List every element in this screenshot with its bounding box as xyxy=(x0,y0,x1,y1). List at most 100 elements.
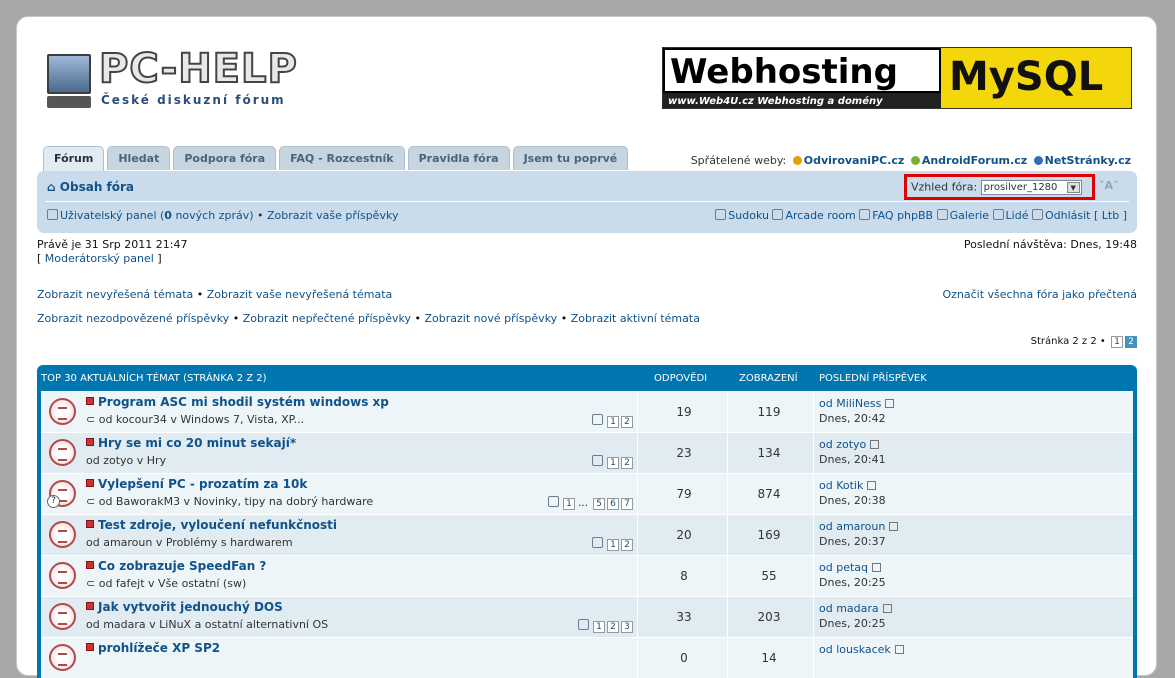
tab-search[interactable]: Hledat xyxy=(107,146,171,170)
topic-page-link[interactable]: 1 xyxy=(593,621,605,633)
quick-links-1: Zobrazit nevyřešená témata • Zobrazit va… xyxy=(37,288,392,301)
header-last-post: Poslední příspěvek xyxy=(819,373,927,384)
sudoku-icon xyxy=(715,209,727,220)
topic-page-link[interactable]: 1 xyxy=(607,416,619,428)
topic-page-link[interactable]: 3 xyxy=(621,621,633,633)
mark-read-link[interactable]: Označit všechna fóra jako přečtená xyxy=(942,288,1137,301)
topic-title-link[interactable]: Vylepšení PC - prozatím za 10k xyxy=(86,477,307,491)
divider xyxy=(727,392,728,432)
topic-title-link[interactable]: Co zobrazuje SpeedFan ? xyxy=(86,559,266,573)
topic-pages: 12 xyxy=(592,455,633,469)
topic-page-link[interactable]: 2 xyxy=(621,416,633,428)
bullet: • xyxy=(196,288,204,301)
members-link[interactable]: Lidé xyxy=(1006,209,1029,222)
topic-page-link[interactable]: 1 xyxy=(563,498,575,510)
breadcrumb[interactable]: ⌂ Obsah fóra xyxy=(47,180,134,194)
arcade-icon xyxy=(772,209,784,220)
topic-title-link[interactable]: prohlížeče XP SP2 xyxy=(86,641,220,655)
last-post-author[interactable]: od petaq xyxy=(819,561,868,574)
last-post-time: Dnes, 20:42 xyxy=(819,412,886,425)
site-logo[interactable]: PC-HELP České diskuzní fórum xyxy=(47,45,347,112)
arcade-link[interactable]: Arcade room xyxy=(785,209,855,222)
topic-page-link[interactable]: 2 xyxy=(607,621,619,633)
style-selector: Vzhled fóra: prosilver_1280 ▼ xyxy=(904,174,1095,200)
tab-support[interactable]: Podpora fóra xyxy=(173,146,277,170)
active-topics-link[interactable]: Zobrazit aktivní témata xyxy=(571,312,700,325)
topic-meta-text: od fafejt v Vše ostatní (sw) xyxy=(98,577,247,590)
faq-icon xyxy=(859,209,871,220)
table-row[interactable]: Jak vytvořit jednouchý DOS od madara v Li… xyxy=(41,596,1133,637)
gallery-link[interactable]: Galerie xyxy=(950,209,989,222)
topic-title-link[interactable]: Hry se mi co 20 minut sekají* xyxy=(86,436,296,450)
topic-page-link[interactable]: 1 xyxy=(607,539,619,551)
unsolved-topics-link[interactable]: Zobrazit nevyřešená témata xyxy=(37,288,193,301)
friend-link-android[interactable]: AndroidForum.cz xyxy=(922,154,1027,167)
view-latest-icon[interactable] xyxy=(885,399,895,408)
topic-page-link[interactable]: 2 xyxy=(621,457,633,469)
moderator-panel-link[interactable]: Moderátorský panel xyxy=(45,252,154,265)
divider xyxy=(813,392,814,432)
bracket-open: [ xyxy=(37,252,42,265)
topic-page-link[interactable]: 6 xyxy=(607,498,619,510)
attachment-icon: ⊂ xyxy=(86,495,99,508)
topic-page-link[interactable]: 7 xyxy=(621,498,633,510)
last-post-author[interactable]: od louskacek xyxy=(819,643,891,656)
topic-meta-text: od amaroun v Problémy s hardwarem xyxy=(86,536,293,549)
view-latest-icon[interactable] xyxy=(870,440,880,449)
table-row[interactable]: ? Vylepšení PC - prozatím za 10k ⊂ od Bawo… xyxy=(41,473,1133,514)
banner-tagline: www.Web4U.cz Webhosting a domény xyxy=(663,93,941,108)
attachment-icon: ⊂ xyxy=(86,413,99,426)
new-posts-link[interactable]: Zobrazit nové příspěvky xyxy=(425,312,558,325)
unanswered-link[interactable]: Zobrazit nezodpovězené příspěvky xyxy=(37,312,229,325)
android-icon xyxy=(910,156,920,165)
tab-faq[interactable]: FAQ - Rozcestník xyxy=(279,146,405,170)
view-latest-icon[interactable] xyxy=(867,481,877,490)
page-link[interactable]: 1 xyxy=(1111,336,1123,348)
view-latest-icon[interactable] xyxy=(894,645,904,654)
home-icon: ⌂ xyxy=(47,180,56,194)
last-post-author[interactable]: od Kotik xyxy=(819,479,863,492)
your-posts-link[interactable]: Zobrazit vaše příspěvky xyxy=(267,209,398,222)
topic-title-link[interactable]: Jak vytvořit jednouchý DOS xyxy=(86,600,283,614)
logo-subtitle: České diskuzní fórum xyxy=(101,93,286,107)
view-latest-icon[interactable] xyxy=(872,563,881,572)
style-dropdown[interactable]: prosilver_1280 ▼ xyxy=(980,180,1082,195)
your-unsolved-link[interactable]: Zobrazit vaše nevyřešená témata xyxy=(207,288,393,301)
table-row[interactable]: Hry se mi co 20 minut sekají* od zotyo v … xyxy=(41,432,1133,473)
topic-replies: 33 xyxy=(676,610,692,624)
topic-page-link[interactable]: 2 xyxy=(621,539,633,551)
table-row[interactable]: Co zobrazuje SpeedFan ? ⊂ od fafejt v Vše… xyxy=(41,555,1133,596)
tab-rules[interactable]: Pravidla fóra xyxy=(407,146,510,170)
ad-banner[interactable]: Webhosting MySQL www.Web4U.cz Webhosting… xyxy=(662,47,1132,109)
user-panel-link[interactable]: Uživatelský panel (0 nových zpráv) xyxy=(60,209,254,222)
table-row[interactable]: prohlížeče XP SP2 0 14 od louskacek xyxy=(41,637,1133,678)
friend-link-odvirovani[interactable]: OdvirovaniPC.cz xyxy=(804,154,905,167)
header-views: Zobrazení xyxy=(739,373,798,384)
sudoku-link[interactable]: Sudoku xyxy=(728,209,769,222)
last-post-author[interactable]: od madara xyxy=(819,602,879,615)
view-latest-icon[interactable] xyxy=(889,522,899,531)
last-post-author[interactable]: od amaroun xyxy=(819,520,885,533)
topic-page-link[interactable]: 1 xyxy=(607,457,619,469)
topic-replies: 79 xyxy=(676,487,692,501)
table-row[interactable]: Program ASC mi shodil systém windows xp ⊂… xyxy=(41,391,1133,432)
faq-link[interactable]: FAQ phpBB xyxy=(872,209,933,222)
topic-title-link[interactable]: Program ASC mi shodil systém windows xp xyxy=(86,395,389,409)
unread-link[interactable]: Zobrazit nepřečtené příspěvky xyxy=(243,312,411,325)
pages-icon xyxy=(592,455,603,466)
topic-page-link[interactable]: 5 xyxy=(593,498,605,510)
last-post-author[interactable]: od zotyo xyxy=(819,438,866,451)
topic-title-link[interactable]: Test zdroje, vyloučení nefunkčnosti xyxy=(86,518,337,532)
divider xyxy=(637,556,638,596)
tab-first-time[interactable]: Jsem tu poprvé xyxy=(512,146,629,170)
topic-title: Co zobrazuje SpeedFan ? xyxy=(98,559,267,573)
font-size-toggle[interactable]: ˅A˄ xyxy=(1099,179,1119,192)
logout-link[interactable]: Odhlásit [ Ltb ] xyxy=(1045,209,1127,222)
friend-link-netstranky[interactable]: NetStránky.cz xyxy=(1045,154,1131,167)
divider xyxy=(727,638,728,678)
table-row[interactable]: Test zdroje, vyloučení nefunkčnosti od am… xyxy=(41,514,1133,555)
last-post-author[interactable]: od MiliNess xyxy=(819,397,881,410)
friends-label: Spřátelené weby: xyxy=(690,154,787,167)
view-latest-icon[interactable] xyxy=(882,604,892,613)
tab-forum[interactable]: Fórum xyxy=(43,146,105,171)
